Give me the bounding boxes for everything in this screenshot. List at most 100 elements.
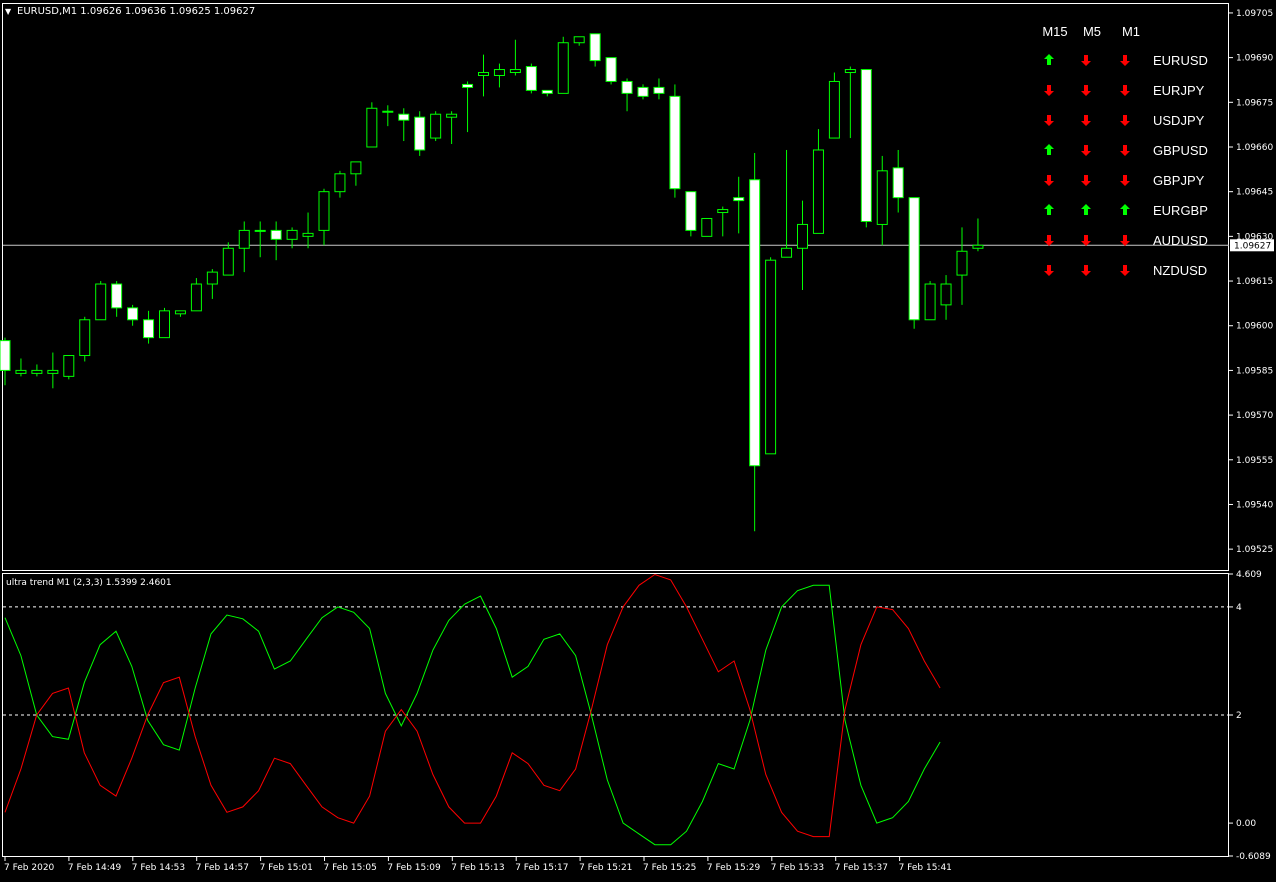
- arrow-down-icon: [1120, 175, 1130, 186]
- candle-body-bear: [143, 319, 155, 339]
- candle-body-bull: [47, 369, 59, 374]
- candle: [525, 63, 537, 94]
- candle-body-bull: [318, 191, 330, 231]
- arrow-up-icon: [1044, 54, 1054, 65]
- candle: [557, 36, 569, 94]
- indicator-series: [3, 573, 1229, 846]
- candle: [493, 63, 505, 88]
- candle: [270, 221, 282, 261]
- candle: [749, 152, 761, 532]
- candle: [621, 78, 633, 112]
- indicator-tick-label: 4: [1236, 603, 1242, 613]
- tf-header-m15: M15: [1042, 24, 1067, 39]
- time-tick-label: 7 Feb 14:53: [132, 863, 185, 873]
- candle-body-bull: [828, 80, 840, 139]
- chart-window[interactable]: ▼ EURUSD,M1 1.09626 1.09636 1.09625 1.09…: [0, 0, 1276, 878]
- arrow-up-icon: [1044, 204, 1054, 215]
- arrow-down-icon: [1044, 175, 1054, 186]
- price-axis[interactable]: 1.09705 1.09690 1.09675 1.09660 1.09645 1.096…: [1229, 9, 1274, 555]
- candle: [717, 206, 729, 237]
- candle-body-bear: [653, 86, 665, 94]
- candle-body-bull: [573, 36, 585, 44]
- candle: [653, 78, 665, 100]
- candle: [350, 161, 362, 186]
- candle-body-bear: [270, 229, 282, 240]
- candle: [509, 39, 521, 76]
- candle: [318, 188, 330, 246]
- candle-body-bull: [844, 69, 856, 74]
- candle: [701, 217, 713, 237]
- candle: [956, 227, 968, 305]
- arrow-down-icon: [1081, 85, 1091, 96]
- candle: [589, 33, 601, 67]
- candle-body-bull: [159, 310, 170, 339]
- tf-header-m5: M5: [1083, 24, 1101, 39]
- candle-body-bear: [589, 33, 601, 62]
- symbol-label: GBPUSD: [1153, 143, 1208, 158]
- trend-row-eurjpy: EURJPY: [1044, 83, 1205, 98]
- indicator-tick-label: 4.609: [1236, 570, 1262, 580]
- candle-body-bear: [0, 340, 11, 371]
- time-tick-label: 7 Feb 15:33: [771, 863, 824, 873]
- trend-row-gbpusd: GBPUSD: [1044, 143, 1208, 158]
- candle: [366, 102, 378, 148]
- arrow-down-icon: [1081, 55, 1091, 66]
- candle: [669, 84, 681, 198]
- price-tick-label: 1.09660: [1236, 143, 1273, 153]
- candle-body-bull: [350, 161, 362, 175]
- candle: [478, 54, 489, 97]
- price-tick-label: 1.09525: [1236, 545, 1273, 555]
- arrow-down-icon: [1044, 265, 1054, 276]
- candle: [95, 281, 107, 321]
- candle-body-bull: [95, 283, 107, 321]
- candle: [414, 111, 426, 156]
- candle-body-bull: [924, 283, 936, 321]
- time-tick-label: 7 Feb 15:37: [835, 863, 888, 873]
- arrow-down-icon: [1081, 175, 1091, 186]
- arrow-down-icon: [1120, 145, 1130, 156]
- candle: [222, 242, 234, 276]
- trend-row-nzdusd: NZDUSD: [1044, 263, 1207, 278]
- trend-panel: M15 M5 M1 EURUSD EURJPY USDJPY GBPUSD GBPJPY EUR…: [1042, 24, 1208, 278]
- time-tick-label: 7 Feb 15:09: [387, 863, 441, 873]
- arrow-down-icon: [1081, 235, 1091, 246]
- candle-body-bull: [972, 244, 984, 249]
- candle: [828, 72, 840, 139]
- candle: [430, 111, 442, 142]
- symbol-label: NZDUSD: [1153, 263, 1207, 278]
- candle: [924, 281, 936, 321]
- candle-body-bull: [174, 310, 186, 315]
- candle: [940, 275, 952, 320]
- candle-body-bear: [892, 167, 904, 199]
- trend-row-eurgbp: EURGBP: [1044, 203, 1208, 218]
- candlestick-series: [0, 33, 1229, 532]
- indicator-tick-label: 0.00: [1236, 819, 1256, 829]
- arrow-down-icon: [1120, 265, 1130, 276]
- candle: [573, 36, 585, 46]
- candle-body-bull: [382, 110, 394, 113]
- time-axis[interactable]: 7 Feb 2020 7 Feb 14:49 7 Feb 14:53 7 Feb 14…: [4, 857, 952, 873]
- candle: [382, 105, 394, 127]
- candle: [190, 278, 202, 312]
- symbol-label: AUDUSD: [1153, 233, 1208, 248]
- arrow-down-icon: [1081, 265, 1091, 276]
- time-tick-label: 7 Feb 15:25: [643, 863, 696, 873]
- candle: [15, 358, 27, 377]
- candle-body-bear: [908, 197, 920, 321]
- price-tick-label: 1.09615: [1236, 277, 1273, 287]
- chart-title: EURUSD,M1 1.09626 1.09636 1.09625 1.0962…: [17, 6, 255, 17]
- candle-body-bear: [860, 69, 872, 222]
- candle-body-bull: [446, 113, 458, 118]
- candle-body-bull: [797, 223, 808, 249]
- candle: [605, 57, 617, 85]
- arrow-down-icon: [1120, 235, 1130, 246]
- candle-body-bear: [637, 86, 649, 97]
- candle: [127, 304, 139, 326]
- indicator-axis[interactable]: 4.609 4 2 0.00 -0.6089: [1229, 570, 1271, 862]
- candle-body-bull: [509, 69, 521, 74]
- candle: [79, 316, 91, 362]
- time-tick-label: 7 Feb 15:13: [451, 863, 504, 873]
- candle: [972, 218, 984, 252]
- chart-canvas[interactable]: ▼ EURUSD,M1 1.09626 1.09636 1.09625 1.09…: [0, 0, 1276, 878]
- menu-arrow-icon[interactable]: ▼: [5, 7, 12, 16]
